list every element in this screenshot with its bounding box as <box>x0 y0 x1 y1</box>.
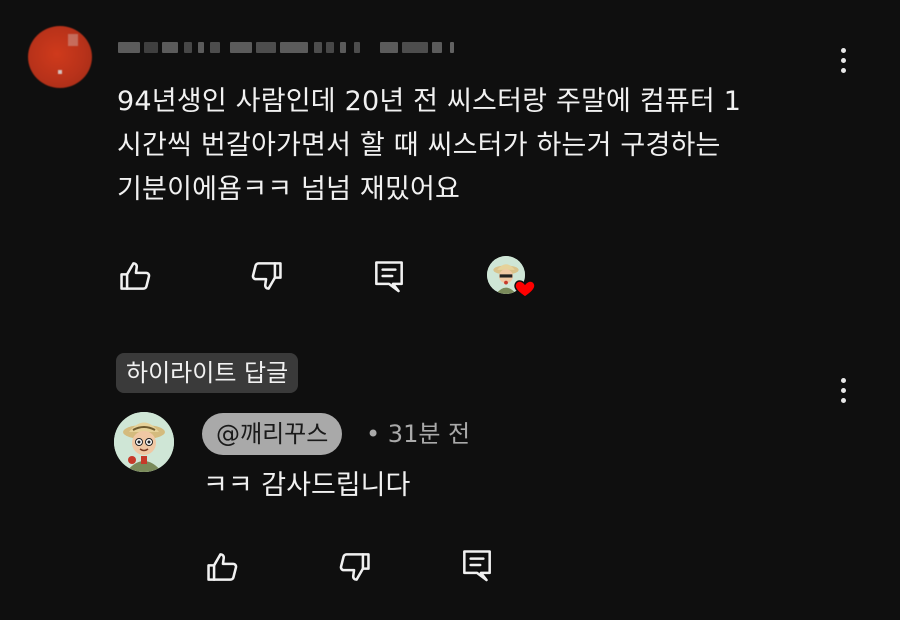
reply-icon[interactable] <box>370 257 408 295</box>
heart-icon <box>513 276 537 300</box>
more-dot-icon <box>840 67 846 73</box>
comment-text: 94년생인 사람인데 20년 전 씨스터랑 주말에 컴퓨터 1 시간씩 번갈아가… <box>117 86 742 205</box>
more-dot-icon <box>840 387 846 393</box>
like-icon[interactable] <box>203 548 241 586</box>
meta-separator: • <box>366 420 381 448</box>
reply-author-handle[interactable]: @깨리꾸스 <box>202 413 343 455</box>
comment-author-name-blurred[interactable] <box>118 38 468 58</box>
reply-icon[interactable] <box>458 546 496 584</box>
reply-author-avatar[interactable] <box>114 412 174 472</box>
more-dot-icon <box>840 47 846 53</box>
comment-more-options-button[interactable] <box>828 40 858 80</box>
reply-timestamp: 31분 전 <box>387 420 471 448</box>
like-icon[interactable] <box>116 257 154 295</box>
more-dot-icon <box>840 377 846 383</box>
more-dot-icon <box>840 397 846 403</box>
dislike-icon[interactable] <box>336 548 374 586</box>
reply-more-options-button[interactable] <box>828 370 858 410</box>
comment-author-avatar[interactable] <box>28 26 92 88</box>
dislike-icon[interactable] <box>248 257 286 295</box>
creator-heart-badge[interactable] <box>487 256 537 302</box>
highlighted-reply-chip: 하이라이트 답글 <box>116 353 299 393</box>
reply-text: ㅋㅋ 감사드립니다 <box>203 470 411 501</box>
more-dot-icon <box>840 57 846 63</box>
reply-meta: • 31분 전 <box>366 416 470 452</box>
